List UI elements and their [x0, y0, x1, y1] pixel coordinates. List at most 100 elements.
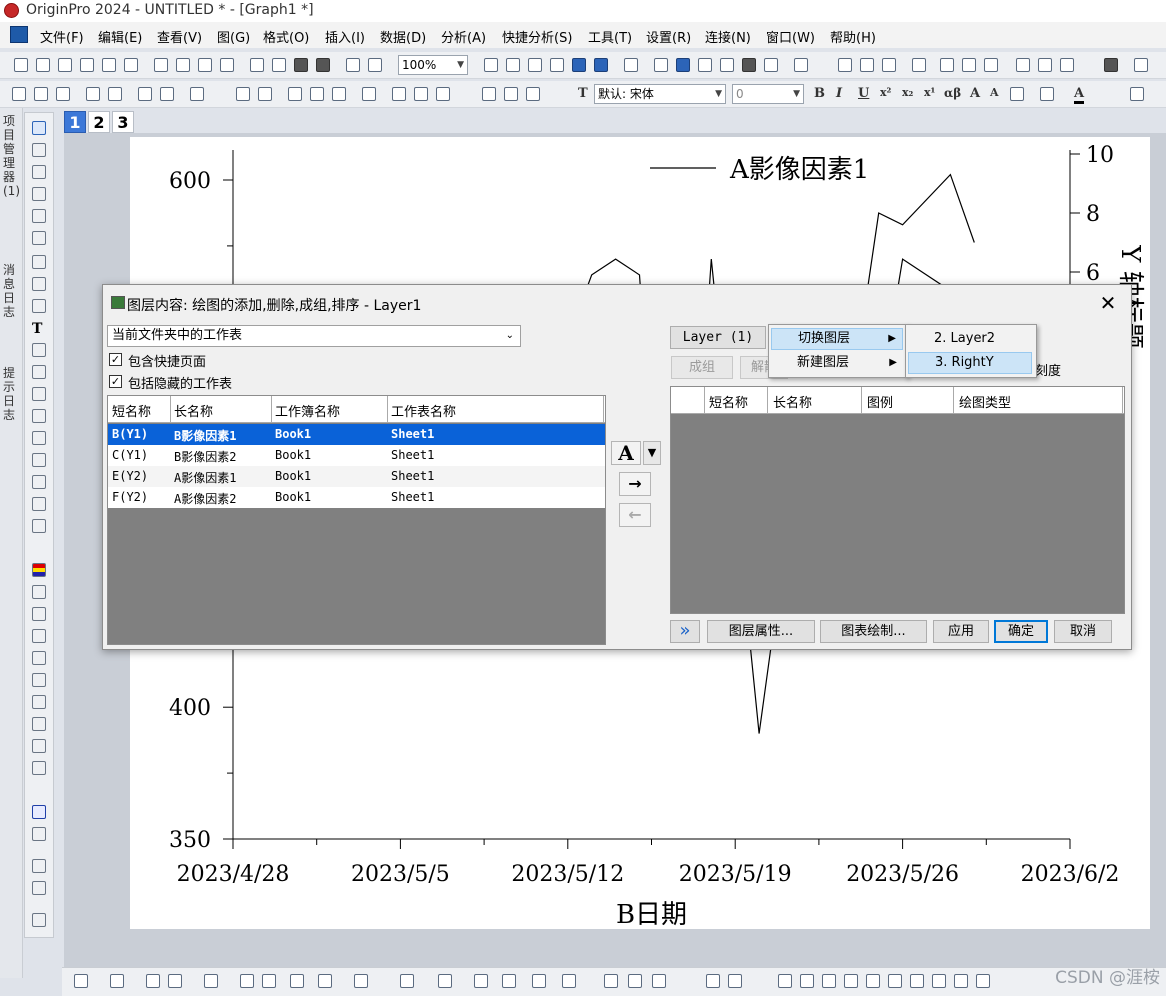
filter-icon[interactable] [1016, 58, 1030, 72]
page-tab-2[interactable]: 2 [88, 111, 110, 133]
menu-item-righty[interactable]: 3. RightY [908, 352, 1032, 374]
data-reader-icon[interactable] [32, 231, 46, 245]
zoom-in-tool-icon[interactable] [32, 143, 46, 157]
layer-management-icon[interactable] [258, 87, 272, 101]
bold-icon[interactable]: B [814, 86, 825, 101]
copy-icon[interactable] [504, 87, 518, 101]
rectangle-tool-icon[interactable] [32, 409, 46, 423]
same-width-icon[interactable] [954, 974, 968, 988]
new-project-icon[interactable] [14, 58, 28, 72]
align-icon[interactable] [1010, 87, 1024, 101]
zoom-combo[interactable]: 100% ▼ [398, 55, 468, 75]
open-template-icon[interactable] [176, 58, 190, 72]
add-inset-icon[interactable] [310, 87, 324, 101]
clone-icon[interactable] [1134, 58, 1148, 72]
dark-mode-icon[interactable] [1104, 58, 1118, 72]
equation-tool-icon[interactable] [32, 453, 46, 467]
col-short-name[interactable]: 短名称 [112, 401, 151, 420]
circle-tool-icon[interactable] [32, 585, 46, 599]
expand-icon[interactable] [32, 859, 46, 873]
source-combo[interactable]: 当前文件夹中的工作表 ⌄ [107, 325, 521, 347]
hand-tool-icon[interactable] [32, 431, 46, 445]
lock-icon[interactable] [32, 913, 46, 927]
undo-icon[interactable] [190, 87, 204, 101]
import-icon[interactable] [198, 58, 212, 72]
insert-object-icon[interactable] [32, 497, 46, 511]
box-chart-icon[interactable] [984, 58, 998, 72]
align-center-icon[interactable] [822, 974, 836, 988]
tab-hints-log[interactable]: 提示日志 [3, 366, 18, 422]
table-row[interactable]: C(Y1) B影像因素2 Book1 Sheet1 [108, 445, 605, 466]
refresh-icon[interactable] [550, 58, 564, 72]
plot-setup-button[interactable]: 图表绘制... [820, 620, 927, 643]
group-button[interactable]: 成组 [671, 356, 733, 379]
menu-item-switch-layer[interactable]: 切换图层 ▶ [771, 328, 903, 350]
layer-properties-button[interactable]: 图层属性... [707, 620, 815, 643]
matlab-icon[interactable] [32, 805, 46, 819]
menu-data[interactable]: 数据(D) [380, 27, 426, 46]
menu-insert[interactable]: 插入(I) [325, 27, 365, 46]
distribute-icon[interactable] [932, 974, 946, 988]
insert-worksheet-icon[interactable] [32, 717, 46, 731]
screen-reader-icon[interactable] [32, 209, 46, 223]
duplicate-icon[interactable] [572, 58, 586, 72]
wireframe-icon[interactable] [474, 974, 488, 988]
new-layer-icon[interactable] [138, 87, 152, 101]
histogram-icon[interactable] [962, 58, 976, 72]
tab-messages-log[interactable]: 消息日志 [3, 263, 18, 319]
col-plot-type[interactable]: 绘图类型 [959, 392, 1011, 411]
decrease-font-icon[interactable]: A [990, 86, 999, 99]
cloud-icon[interactable] [272, 58, 286, 72]
table-row[interactable]: B(Y1) B影像因素1 Book1 Sheet1 [108, 424, 605, 445]
layer-copy-icon[interactable] [362, 87, 376, 101]
filter-settings-icon[interactable] [1060, 58, 1074, 72]
adjust-icon[interactable] [32, 881, 46, 895]
axis-icon[interactable] [706, 974, 720, 988]
group-icon[interactable] [436, 87, 450, 101]
menu-window[interactable]: 窗口(W) [766, 27, 815, 46]
3d-plot-icon[interactable] [354, 974, 368, 988]
font-size-combo[interactable]: 0 ▼ [732, 84, 804, 104]
include-shortcuts-checkbox[interactable]: ✓ [109, 353, 122, 366]
fill-color-icon[interactable] [1130, 87, 1144, 101]
underline-icon[interactable]: U [858, 86, 869, 101]
arrow-tool-icon[interactable] [32, 365, 46, 379]
bring-front-icon[interactable] [392, 87, 406, 101]
align-top-icon[interactable] [866, 974, 880, 988]
menu-format[interactable]: 格式(O) [263, 27, 309, 46]
contour-plot-icon[interactable] [400, 974, 414, 988]
pointer-tool-icon[interactable] [32, 121, 46, 135]
menu-edit[interactable]: 编辑(E) [98, 27, 142, 46]
line-tool-icon[interactable] [32, 387, 46, 401]
page-tab-3[interactable]: 3 [112, 111, 134, 133]
menu-connect[interactable]: 连接(N) [705, 27, 751, 46]
zoom-window-icon[interactable] [676, 58, 690, 72]
arrow-right-icon[interactable] [34, 87, 48, 101]
close-button[interactable]: ✕ [1097, 291, 1119, 315]
include-hidden-checkbox[interactable]: ✓ [109, 375, 122, 388]
column-plot-icon[interactable] [168, 974, 182, 988]
cut-icon[interactable] [482, 87, 496, 101]
layer-tool-icon[interactable] [32, 519, 46, 533]
extract-layers-icon[interactable] [288, 87, 302, 101]
supersubscript-icon[interactable]: x¹ [924, 86, 935, 99]
scatter-plot-icon[interactable] [110, 974, 124, 988]
paste-icon[interactable] [526, 87, 540, 101]
text-tool-icon[interactable]: T [32, 321, 46, 337]
add-column-icon[interactable] [794, 58, 808, 72]
insert-chart-icon[interactable] [32, 651, 46, 665]
area-plot-icon[interactable] [262, 974, 276, 988]
surface-plot-icon[interactable] [438, 974, 452, 988]
statistics-icon[interactable] [860, 58, 874, 72]
rescale-icon[interactable] [56, 87, 70, 101]
font-name-combo[interactable]: 默认: 宋体 ▼ [594, 84, 726, 104]
align-middle-icon[interactable] [888, 974, 902, 988]
add-plot-icon[interactable] [86, 87, 100, 101]
menu-item-layer2[interactable]: 2. Layer2 [908, 328, 1032, 350]
zoom-out-tool-icon[interactable] [32, 165, 46, 179]
ternary-plot-icon[interactable] [318, 974, 332, 988]
new-graph-icon[interactable] [80, 58, 94, 72]
heatmap-icon[interactable] [562, 974, 576, 988]
layout-icon[interactable] [778, 974, 792, 988]
superscript-icon[interactable]: x² [880, 86, 891, 99]
